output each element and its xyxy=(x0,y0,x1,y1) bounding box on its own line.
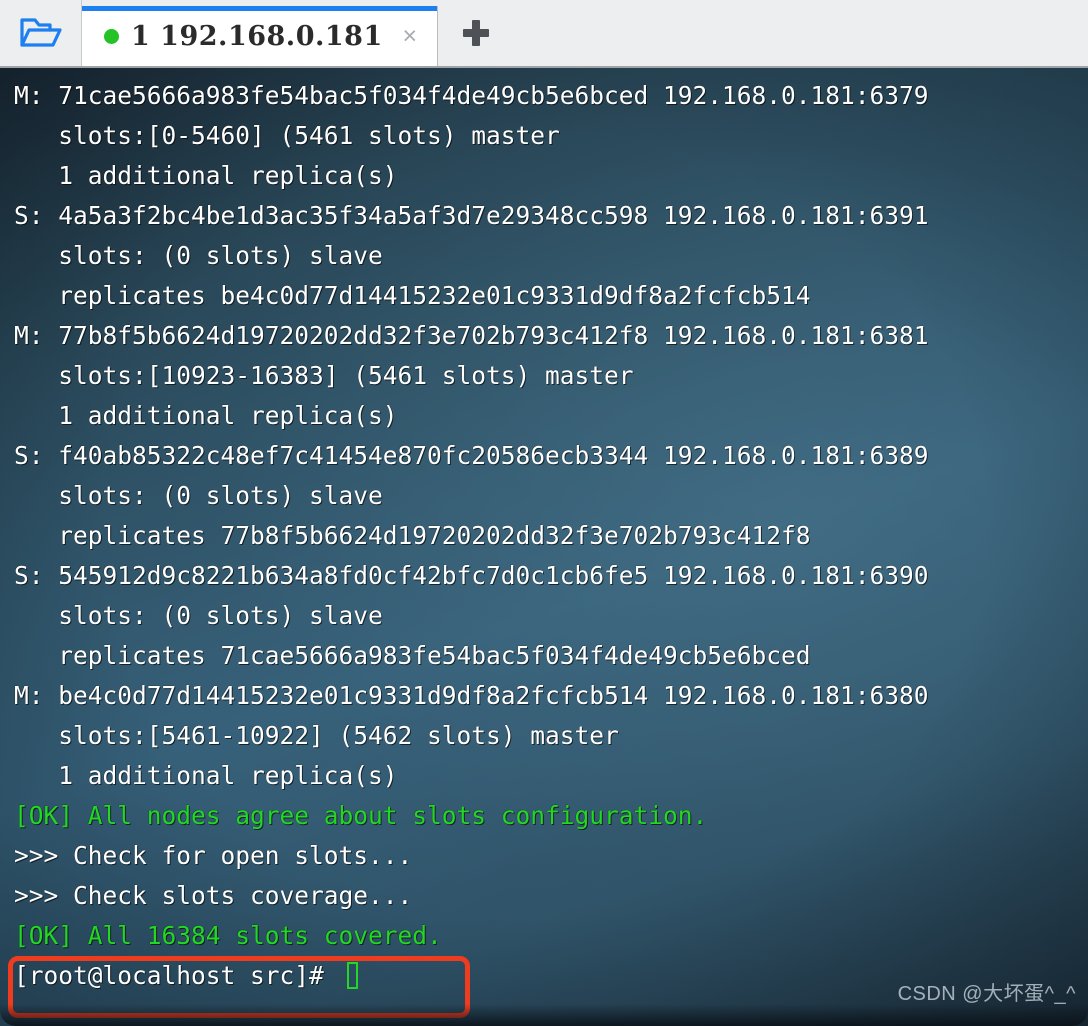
terminal-line: S: f40ab85322c48ef7c41454e870fc20586ecb3… xyxy=(14,441,929,470)
terminal-window[interactable]: M: 71cae5666a983fe54bac5f034f4de49cb5e6b… xyxy=(0,68,1088,1026)
terminal-line: slots:[0-5460] (5461 slots) master xyxy=(14,121,560,150)
close-icon[interactable]: × xyxy=(397,23,423,49)
terminal-line: 1 additional replica(s) xyxy=(14,761,398,790)
terminal-line: M: 77b8f5b6624d19720202dd32f3e702b793c41… xyxy=(14,321,929,350)
terminal-output: M: 71cae5666a983fe54bac5f034f4de49cb5e6b… xyxy=(0,68,1088,996)
terminal-line: M: be4c0d77d14415232e01c9331d9df8a2fcfcb… xyxy=(14,681,929,710)
open-folder-button[interactable] xyxy=(0,0,82,66)
terminal-line: >>> Check for open slots... xyxy=(14,841,413,870)
open-folder-icon xyxy=(19,15,63,51)
terminal-line: S: 4a5a3f2bc4be1d3ac35f34a5af3d7e29348cc… xyxy=(14,201,929,230)
green-status-dot-icon xyxy=(104,28,119,44)
terminal-line: 1 additional replica(s) xyxy=(14,401,398,430)
shell-prompt: [root@localhost src]# xyxy=(14,961,339,990)
tab-title: 1 192.168.0.181 xyxy=(131,20,383,52)
browser-tab-bar: 1 192.168.0.181 × xyxy=(0,0,1088,68)
terminal-line: slots: (0 slots) slave xyxy=(14,601,383,630)
terminal-tab-1[interactable]: 1 192.168.0.181 × xyxy=(82,6,438,66)
watermark-text: CSDN @大坏蛋^_^ xyxy=(897,983,1076,1005)
terminal-line: M: 71cae5666a983fe54bac5f034f4de49cb5e6b… xyxy=(14,81,929,110)
terminal-line: replicates be4c0d77d14415232e01c9331d9df… xyxy=(14,281,811,310)
terminal-line-ok: [OK] All nodes agree about slots configu… xyxy=(14,801,708,830)
terminal-line: slots:[5461-10922] (5462 slots) master xyxy=(14,721,619,750)
terminal-line: replicates 71cae5666a983fe54bac5f034f4de… xyxy=(14,641,811,670)
block-cursor-icon xyxy=(346,962,358,989)
terminal-bottom-shadow xyxy=(0,1004,1088,1026)
new-tab-button[interactable] xyxy=(437,0,514,66)
terminal-line-ok-slots-covered: [OK] All 16384 slots covered. xyxy=(14,921,442,950)
terminal-line: replicates 77b8f5b6624d19720202dd32f3e70… xyxy=(14,521,811,550)
tab-bar-empty-area xyxy=(513,0,1088,66)
terminal-line: S: 545912d9c8221b634a8fd0cf42bfc7d0c1cb6… xyxy=(14,561,929,590)
terminal-line: >>> Check slots coverage... xyxy=(14,881,413,910)
terminal-line: slots: (0 slots) slave xyxy=(14,481,383,510)
terminal-line: slots:[10923-16383] (5461 slots) master xyxy=(14,361,634,390)
plus-icon xyxy=(462,20,489,46)
terminal-line: 1 additional replica(s) xyxy=(14,161,398,190)
terminal-line: slots: (0 slots) slave xyxy=(14,241,383,270)
